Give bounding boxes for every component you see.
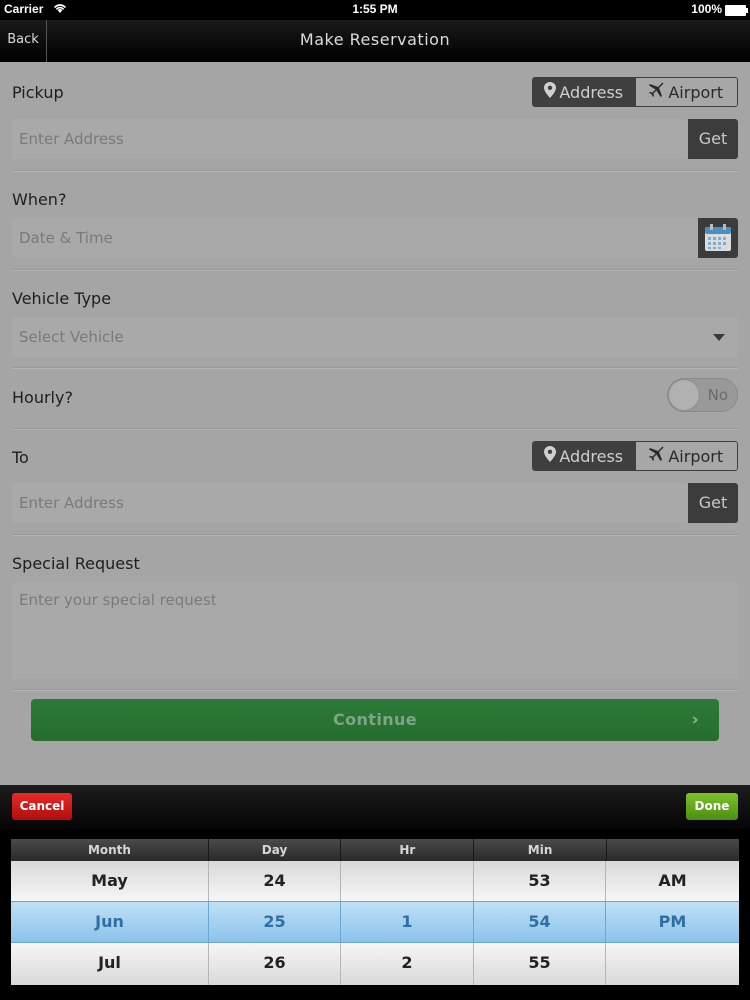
picker-cell-hour[interactable] bbox=[341, 861, 474, 901]
divider bbox=[12, 269, 738, 271]
picker-cell-hour[interactable]: 2 bbox=[341, 943, 474, 985]
picker-cell-month[interactable]: Jul bbox=[11, 943, 209, 985]
picker-column-hour: Hr bbox=[341, 839, 475, 861]
vehicle-select-value: Select Vehicle bbox=[19, 328, 124, 346]
continue-button[interactable]: Continue › bbox=[31, 699, 719, 741]
map-pin-icon bbox=[544, 446, 557, 466]
pickup-airport-option[interactable]: Airport bbox=[634, 78, 737, 106]
done-button[interactable]: Done bbox=[686, 793, 738, 820]
picker-column-month: Month bbox=[11, 839, 209, 861]
chevron-right-icon: › bbox=[691, 710, 699, 730]
to-type-toggle: Address Airport bbox=[532, 441, 738, 471]
divider bbox=[12, 534, 738, 536]
picker-column-day: Day bbox=[209, 839, 342, 861]
airplane-icon bbox=[649, 82, 665, 102]
picker-toolbar: Cancel Done bbox=[0, 785, 750, 829]
back-button[interactable]: Back bbox=[0, 20, 47, 62]
to-address-option[interactable]: Address bbox=[533, 442, 635, 470]
date-time-picker: Month Day Hr Min May 24 53 AM Jun 25 1 5… bbox=[0, 829, 750, 1000]
status-time: 1:55 PM bbox=[352, 2, 398, 16]
continue-label: Continue bbox=[332, 710, 418, 729]
picker-cell-minute[interactable]: 54 bbox=[474, 902, 606, 942]
toggle-knob bbox=[669, 380, 699, 410]
picker-cell-day[interactable]: 25 bbox=[209, 902, 341, 942]
when-label: When? bbox=[12, 190, 67, 209]
picker-row[interactable]: May 24 53 AM bbox=[11, 861, 739, 901]
divider bbox=[12, 689, 738, 691]
map-pin-icon bbox=[544, 82, 557, 102]
page-title: Make Reservation bbox=[299, 30, 451, 49]
pickup-address-label: Address bbox=[559, 82, 624, 102]
status-bar: Carrier 1:55 PM 100% bbox=[0, 0, 750, 20]
to-airport-label: Airport bbox=[668, 446, 724, 466]
picker-cell-month[interactable]: May bbox=[11, 861, 209, 901]
picker-wheels[interactable]: May 24 53 AM Jun 25 1 54 PM Jul 26 2 55 bbox=[11, 861, 739, 999]
picker-row-selected[interactable]: Jun 25 1 54 PM bbox=[11, 901, 739, 943]
picker-row[interactable]: Jul 26 2 55 bbox=[11, 943, 739, 985]
picker-cell-ampm[interactable]: AM bbox=[606, 861, 739, 901]
special-request-label: Special Request bbox=[12, 554, 140, 573]
date-time-input[interactable]: Date & Time bbox=[12, 218, 698, 258]
picker-header: Month Day Hr Min bbox=[11, 839, 739, 861]
pickup-type-toggle: Address Airport bbox=[532, 77, 738, 107]
to-address-label: Address bbox=[559, 446, 624, 466]
to-label: To bbox=[12, 448, 29, 467]
airplane-icon bbox=[649, 446, 665, 466]
pickup-label: Pickup bbox=[12, 83, 64, 102]
battery-icon bbox=[725, 5, 748, 16]
picker-cell-ampm[interactable] bbox=[606, 943, 739, 985]
reservation-form: Pickup Address Airport Enter Address Get… bbox=[0, 62, 750, 785]
vehicle-select[interactable]: Select Vehicle bbox=[12, 317, 738, 357]
picker-cell-month[interactable]: Jun bbox=[11, 902, 209, 942]
picker-cell-minute[interactable]: 53 bbox=[474, 861, 606, 901]
battery-percent: 100% bbox=[691, 2, 722, 16]
picker-cell-minute[interactable]: 55 bbox=[474, 943, 606, 985]
hourly-toggle-value: No bbox=[707, 386, 728, 404]
pickup-address-option[interactable]: Address bbox=[533, 78, 635, 106]
divider bbox=[12, 170, 738, 172]
hourly-toggle[interactable]: No bbox=[667, 378, 738, 412]
to-get-button[interactable]: Get bbox=[688, 483, 738, 523]
calendar-button[interactable] bbox=[698, 218, 738, 258]
picker-cell-hour[interactable]: 1 bbox=[341, 902, 474, 942]
to-airport-option[interactable]: Airport bbox=[634, 442, 737, 470]
pickup-get-button[interactable]: Get bbox=[688, 119, 738, 159]
calendar-icon bbox=[705, 224, 731, 256]
picker-column-ampm bbox=[607, 839, 739, 861]
chevron-down-icon bbox=[713, 317, 725, 357]
picker-cell-day[interactable]: 26 bbox=[209, 943, 341, 985]
special-request-textarea[interactable]: Enter your special request bbox=[12, 582, 738, 679]
divider bbox=[12, 367, 738, 369]
hourly-label: Hourly? bbox=[12, 388, 73, 407]
pickup-airport-label: Airport bbox=[668, 82, 724, 102]
picker-column-minute: Min bbox=[474, 839, 607, 861]
picker-cell-ampm[interactable]: PM bbox=[606, 902, 739, 942]
divider bbox=[12, 428, 738, 430]
pickup-address-input[interactable]: Enter Address bbox=[12, 119, 688, 159]
picker-cell-day[interactable]: 24 bbox=[209, 861, 341, 901]
vehicle-type-label: Vehicle Type bbox=[12, 289, 112, 308]
to-address-input[interactable]: Enter Address bbox=[12, 483, 688, 523]
nav-bar: Make Reservation Back bbox=[0, 20, 750, 62]
cancel-button[interactable]: Cancel bbox=[12, 793, 72, 820]
